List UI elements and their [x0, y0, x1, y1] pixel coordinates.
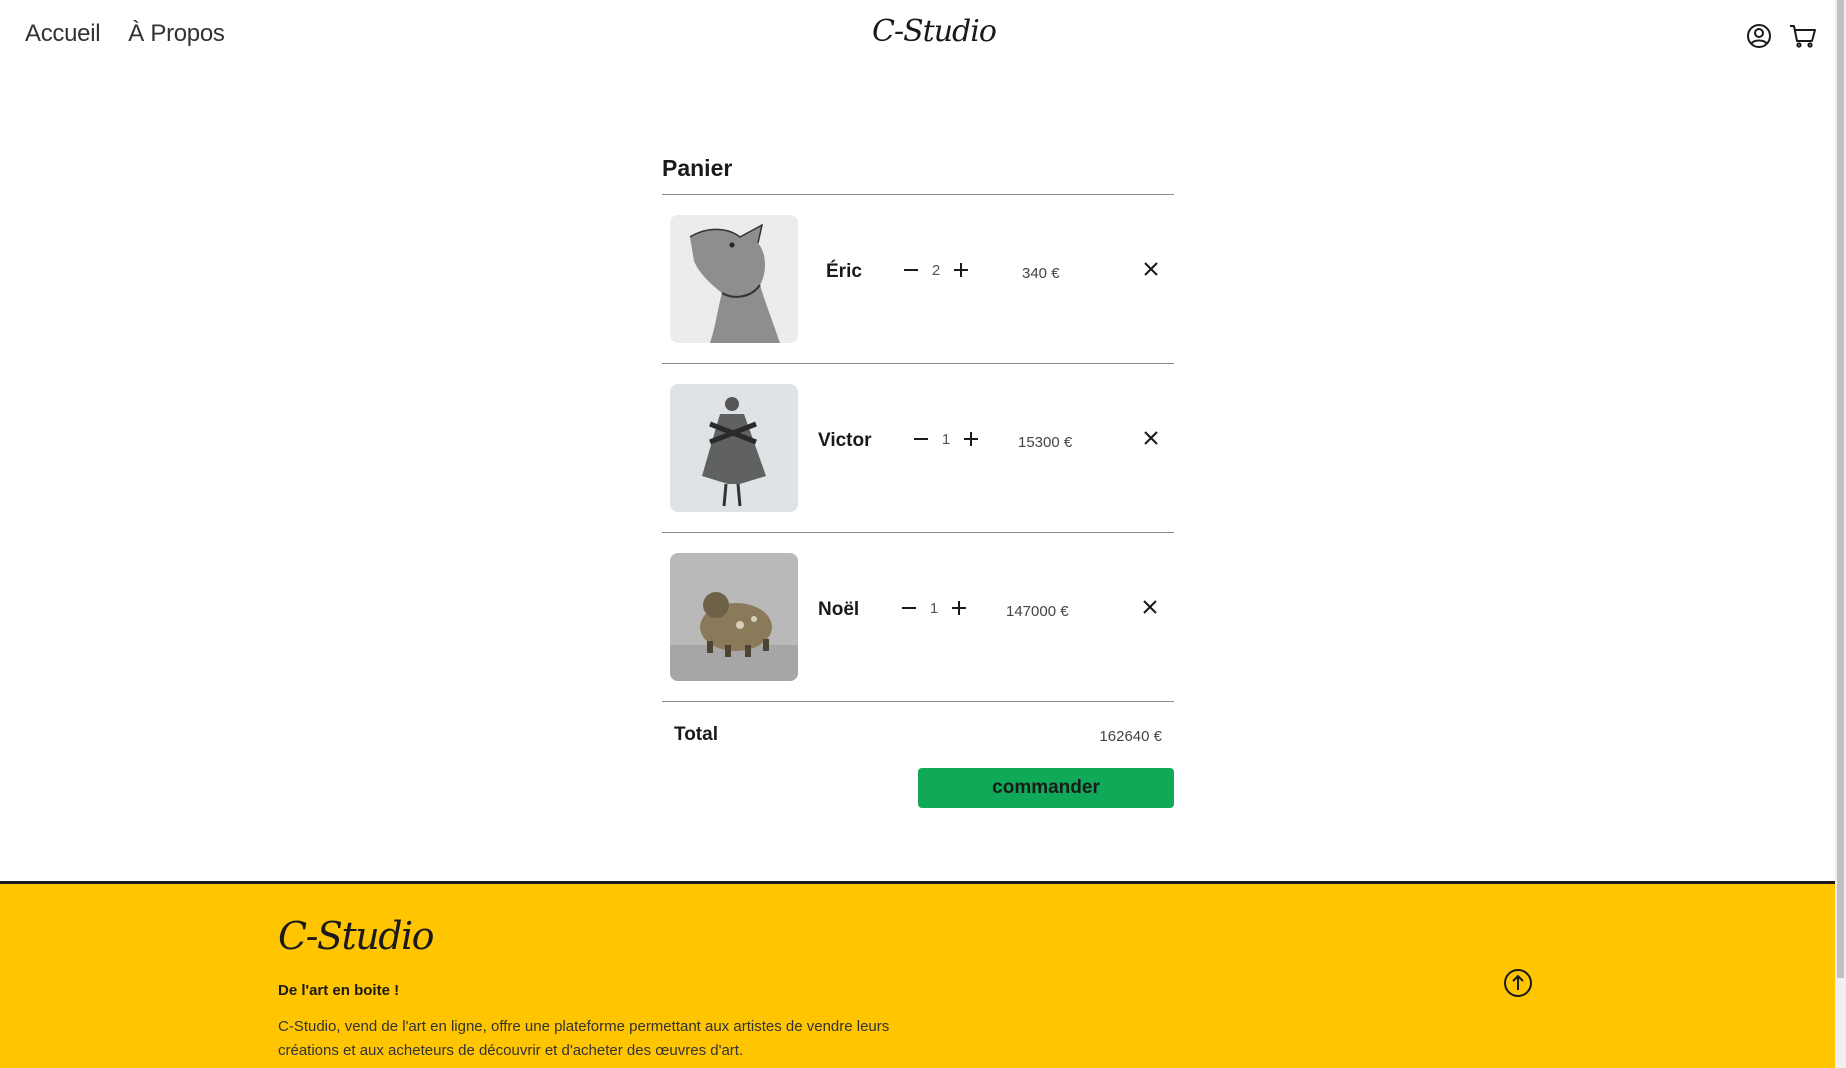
increase-button[interactable] — [948, 257, 974, 283]
decrease-button[interactable] — [896, 595, 922, 621]
arrow-up-icon — [1504, 969, 1532, 997]
remove-item-button[interactable] — [1138, 425, 1164, 451]
quantity-stepper: 2 — [898, 257, 974, 283]
product-image[interactable] — [670, 553, 798, 681]
decrease-button[interactable] — [898, 257, 924, 283]
main-nav: Accueil À Propos — [25, 20, 225, 48]
cart-item: Éric 2 340 € — [662, 195, 1174, 364]
header-actions — [1745, 22, 1817, 50]
product-image[interactable] — [670, 384, 798, 512]
site-header: Accueil À Propos C-Studio — [0, 0, 1835, 76]
quantity-stepper: 1 — [896, 595, 972, 621]
cart-icon[interactable] — [1789, 22, 1817, 50]
scrollbar-thumb[interactable] — [1837, 0, 1844, 978]
increase-button[interactable] — [946, 595, 972, 621]
decrease-button[interactable] — [908, 426, 934, 452]
item-name: Victor — [818, 430, 872, 451]
item-name: Noël — [818, 599, 860, 620]
close-icon — [1143, 600, 1157, 614]
total-value: 162640 € — [1099, 728, 1162, 745]
order-button[interactable]: commander — [918, 768, 1174, 808]
quantity-stepper: 1 — [908, 426, 984, 452]
increase-button[interactable] — [958, 426, 984, 452]
item-price: 340 € — [1022, 265, 1060, 282]
footer-brand-logo: C-Studio — [278, 914, 435, 958]
close-icon — [1144, 262, 1158, 276]
scroll-to-top-button[interactable] — [1503, 968, 1533, 998]
close-icon — [1144, 431, 1158, 445]
product-image[interactable] — [670, 215, 798, 343]
cart-title: Panier — [662, 155, 733, 181]
total-label: Total — [674, 724, 718, 745]
nav-link-a-propos[interactable]: À Propos — [128, 20, 225, 48]
quantity-value: 1 — [929, 599, 939, 617]
page: Accueil À Propos C-Studio Panier Éric 2 … — [0, 0, 1835, 1068]
item-name: Éric — [826, 261, 862, 282]
total-row: Total 162640 € — [662, 702, 1174, 768]
remove-item-button[interactable] — [1137, 594, 1163, 620]
cart-item: Victor 1 15300 € — [662, 364, 1174, 533]
footer-tagline: De l'art en boite ! — [278, 982, 400, 999]
site-footer: C-Studio De l'art en boite ! C-Studio, v… — [0, 881, 1835, 1068]
remove-item-button[interactable] — [1138, 256, 1164, 282]
order-wrapper: commander — [662, 768, 1174, 808]
quantity-value: 2 — [931, 261, 941, 279]
account-icon[interactable] — [1745, 22, 1773, 50]
item-price: 147000 € — [1006, 603, 1069, 620]
quantity-value: 1 — [941, 430, 951, 448]
footer-about-text: C-Studio, vend de l'art en ligne, offre … — [278, 1018, 890, 1059]
item-price: 15300 € — [1018, 434, 1073, 451]
cart-item: Noël 1 147000 € — [662, 533, 1174, 702]
nav-link-accueil[interactable]: Accueil — [25, 20, 101, 48]
brand-logo[interactable]: C-Studio — [872, 14, 997, 49]
page-scrollbar[interactable] — [1835, 0, 1846, 1068]
cart-section: Panier Éric 2 340 € Victor 1 15300 € Noë… — [662, 150, 1174, 808]
